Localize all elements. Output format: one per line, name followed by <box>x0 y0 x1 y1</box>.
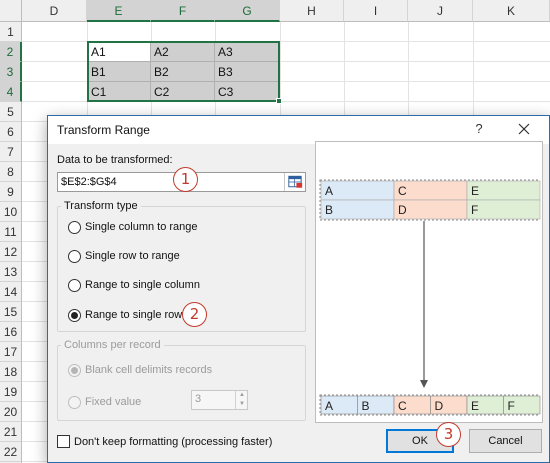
row-header-14[interactable]: 14 <box>0 282 22 302</box>
row-header-21[interactable]: 21 <box>0 422 22 442</box>
column-header-e[interactable]: E <box>87 0 151 22</box>
radio-single-column-to-range[interactable]: Single column to range <box>68 219 198 235</box>
radio-label: Range to single column <box>85 279 200 291</box>
row-header-6[interactable]: 6 <box>0 122 22 142</box>
radio-label: Single column to range <box>85 221 198 233</box>
row-header-2[interactable]: 2 <box>0 42 22 62</box>
fill-handle[interactable] <box>276 98 282 104</box>
row-header-22[interactable]: 22 <box>0 442 22 462</box>
increment-icon[interactable]: ▲ <box>236 391 248 400</box>
row-header-10[interactable]: 10 <box>0 202 22 222</box>
radio-range-to-single-row[interactable]: Range to single row <box>68 307 182 323</box>
row-header-5[interactable]: 5 <box>0 102 22 122</box>
fixed-value-stepper[interactable]: 3 ▲ ▼ <box>191 390 248 410</box>
column-header-h[interactable]: H <box>280 0 344 22</box>
transform-preview: ACEBDF ABCDEF <box>315 141 543 423</box>
row-header-8[interactable]: 8 <box>0 162 22 182</box>
row-header-9[interactable]: 9 <box>0 182 22 202</box>
dialog-title: Transform Range <box>57 123 150 137</box>
preview-result-label: F <box>508 399 515 413</box>
dont-keep-formatting-option[interactable]: Don't keep formatting (processing faster… <box>57 435 272 448</box>
help-button[interactable]: ? <box>471 121 487 136</box>
preview-result-label: D <box>435 399 444 413</box>
decrement-icon[interactable]: ▼ <box>236 400 248 409</box>
radio-label: Blank cell delimits records <box>85 364 213 376</box>
preview-source-label: F <box>471 203 478 217</box>
arrow-down-icon <box>420 380 428 388</box>
row-header-12[interactable]: 12 <box>0 242 22 262</box>
radio-label: Range to single row <box>85 309 183 321</box>
column-header-i[interactable]: I <box>344 0 408 22</box>
row-header-20[interactable]: 20 <box>0 402 22 422</box>
preview-source-label: B <box>325 203 333 217</box>
row-header-16[interactable]: 16 <box>0 322 22 342</box>
select-all-corner[interactable] <box>0 0 22 22</box>
preview-result-label: A <box>325 399 333 413</box>
range-select-icon[interactable] <box>284 173 305 191</box>
radio-label: Fixed value <box>85 396 142 408</box>
close-icon[interactable] <box>514 119 534 139</box>
radio-button[interactable] <box>68 395 81 409</box>
data-to-transform-label: Data to be transformed: <box>57 154 173 166</box>
transform-range-dialog: Transform Range ? Data to be transformed… <box>47 115 550 463</box>
row-header-18[interactable]: 18 <box>0 362 22 382</box>
row-header-7[interactable]: 7 <box>0 142 22 162</box>
radio-label: Single row to range <box>85 250 180 262</box>
stepper-buttons: ▲ ▼ <box>235 391 247 409</box>
row-header-11[interactable]: 11 <box>0 222 22 242</box>
step-badge-1: 1 <box>173 167 198 192</box>
preview-source-label: D <box>398 203 407 217</box>
radio-button[interactable] <box>68 308 81 322</box>
radio-single-row-to-range[interactable]: Single row to range <box>68 248 180 264</box>
column-header-g[interactable]: G <box>215 0 280 22</box>
radio-fixed-value[interactable]: Fixed value <box>68 394 141 410</box>
step-badge-2: 2 <box>182 302 207 327</box>
preview-diagram: A C EB D F ABCDEF <box>319 179 541 416</box>
preview-result-label: C <box>398 399 407 413</box>
selection-border <box>87 41 280 102</box>
columns-per-record-title: Columns per record <box>61 339 164 351</box>
column-header-j[interactable]: J <box>408 0 473 22</box>
fixed-value-input[interactable]: 3 <box>195 393 201 405</box>
row-header-19[interactable]: 19 <box>0 382 22 402</box>
radio-range-to-single-column[interactable]: Range to single column <box>68 277 200 293</box>
radio-button[interactable] <box>68 363 81 377</box>
column-header-k[interactable]: K <box>473 0 550 22</box>
dont-keep-formatting-checkbox[interactable] <box>57 435 70 448</box>
column-header-f[interactable]: F <box>151 0 215 22</box>
transform-type-title: Transform type <box>61 200 141 212</box>
radio-button[interactable] <box>68 278 81 292</box>
step-badge-3: 3 <box>436 422 461 447</box>
row-header-15[interactable]: 15 <box>0 302 22 322</box>
preview-result-label: B <box>362 399 370 413</box>
row-header-17[interactable]: 17 <box>0 342 22 362</box>
preview-result-label: E <box>471 399 479 413</box>
radio-blank-cell-delimits[interactable]: Blank cell delimits records <box>68 362 212 378</box>
row-header-3[interactable]: 3 <box>0 62 22 82</box>
row-header-4[interactable]: 4 <box>0 82 22 102</box>
cancel-button[interactable]: Cancel <box>469 429 542 453</box>
preview-source-label: C <box>398 184 407 198</box>
preview-source-label: A <box>325 184 333 198</box>
radio-button[interactable] <box>68 220 81 234</box>
row-header-1[interactable]: 1 <box>0 22 22 42</box>
column-header-d[interactable]: D <box>22 0 87 22</box>
radio-button[interactable] <box>68 249 81 263</box>
dialog-titlebar[interactable]: Transform Range ? <box>48 116 549 144</box>
row-header-13[interactable]: 13 <box>0 262 22 282</box>
preview-source-label: E <box>471 184 479 198</box>
dont-keep-formatting-label: Don't keep formatting (processing faster… <box>74 435 273 448</box>
